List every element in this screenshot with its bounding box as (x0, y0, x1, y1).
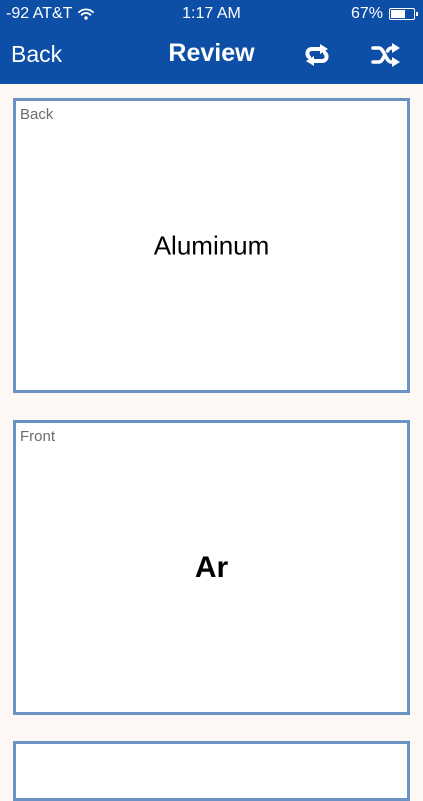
shuffle-icon[interactable] (370, 40, 402, 70)
battery-icon (389, 8, 418, 20)
repeat-icon[interactable] (301, 40, 333, 70)
app-header: -92 AT&T 1:17 AM 67% Back Review (0, 0, 423, 84)
card-text: Ar (194, 550, 229, 584)
card-text: Aluminum (153, 230, 270, 260)
status-bar: -92 AT&T 1:17 AM 67% (0, 0, 423, 28)
status-right: 67% (350, 5, 418, 23)
nav-bar: Back Review (0, 28, 423, 84)
page-title: Review (168, 39, 255, 67)
back-button[interactable]: Back (11, 41, 62, 68)
flashcard-next[interactable] (13, 741, 410, 801)
battery-fill (391, 10, 406, 18)
battery-percent: 67% (350, 5, 383, 22)
flashcard-front[interactable]: Front Ar (13, 420, 410, 715)
flashcard-back[interactable]: Back Aluminum (13, 98, 410, 393)
card-side-label: Front (20, 428, 56, 445)
card-side-label: Back (20, 106, 54, 123)
